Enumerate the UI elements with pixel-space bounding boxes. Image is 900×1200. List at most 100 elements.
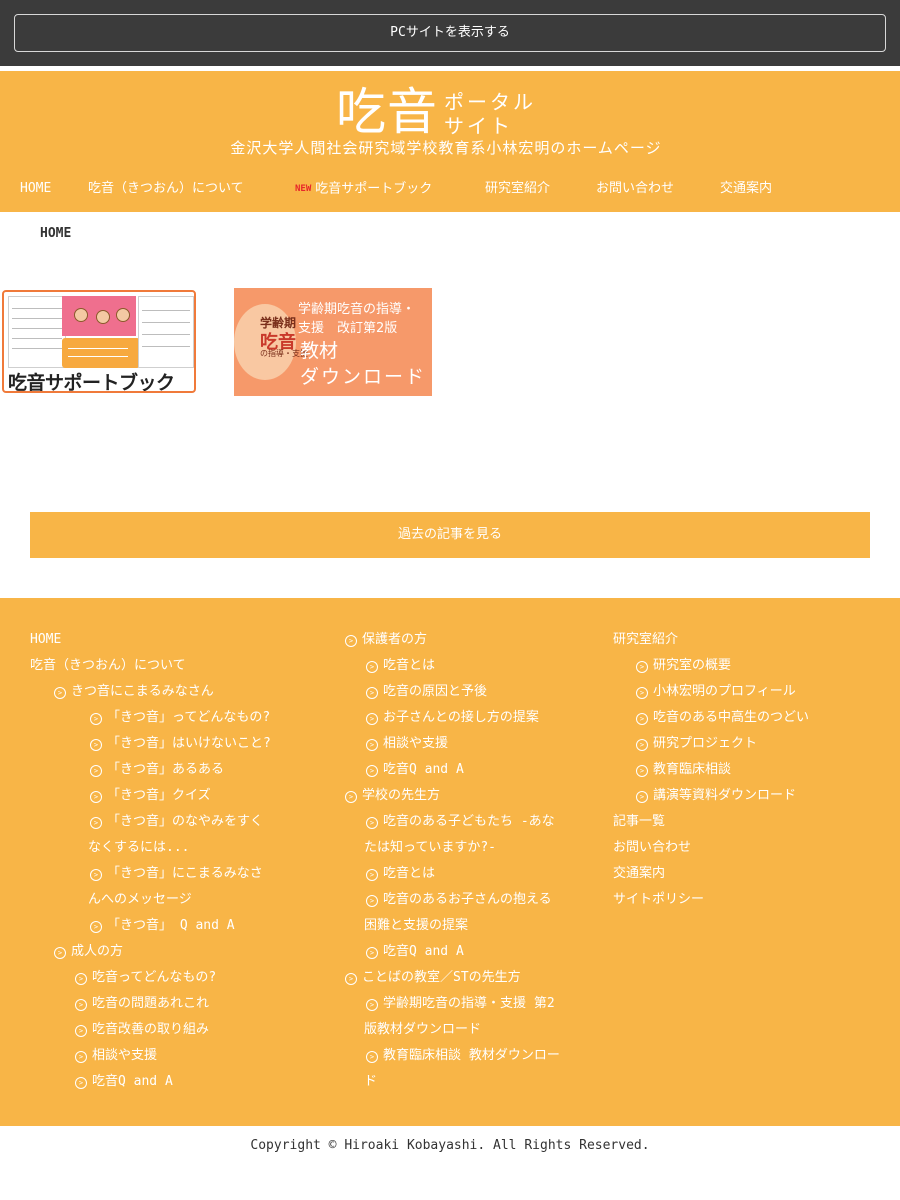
- footer-link-teachers-children-cont[interactable]: たは知っていますか?-: [364, 835, 496, 861]
- footer-link-lab-projects[interactable]: > 研究プロジェクト: [636, 731, 757, 757]
- circle-arrow-icon: >: [366, 1051, 378, 1063]
- footer-sitemap: HOME 吃音（きつおん）について > きつ音にこまるみなさん > 「きつ音」ってど…: [0, 598, 900, 1126]
- footer-link-lab-lecture-download[interactable]: > 講演等資料ダウンロード: [636, 783, 796, 809]
- footer-link-kids-aruaru[interactable]: > 「きつ音」あるある: [90, 757, 224, 783]
- footer-link-adults-problems[interactable]: > 吃音の問題あれこれ: [75, 991, 209, 1017]
- nav-item-about-stuttering[interactable]: 吃音（きつおん）について: [88, 179, 244, 199]
- circle-arrow-icon: >: [345, 973, 357, 985]
- nav-item-access[interactable]: 交通案内: [720, 179, 772, 199]
- worksheet-line: [12, 348, 62, 349]
- footer-link-lab[interactable]: 研究室紹介: [613, 627, 678, 653]
- footer-link-label: 吃音のあるお子さんの抱える: [383, 892, 552, 907]
- footer-link-label: 研究プロジェクト: [653, 736, 758, 751]
- footer-link-access[interactable]: 交通案内: [613, 861, 665, 887]
- circle-arrow-icon: >: [366, 895, 378, 907]
- footer-link-adults-qa[interactable]: > 吃音Q and A: [75, 1069, 173, 1095]
- worksheet-line: [142, 322, 190, 323]
- footer-link-about-stuttering[interactable]: 吃音（きつおん）について: [30, 653, 186, 679]
- new-badge: NEW: [295, 184, 312, 194]
- circle-arrow-icon: >: [90, 739, 102, 751]
- footer-link-label: 相談や支援: [383, 736, 449, 751]
- footer-link-label: 「きつ音」はいけないこと?: [107, 736, 271, 751]
- footer-link-parents-about[interactable]: > 吃音とは: [366, 653, 435, 679]
- footer-link-adults-improve[interactable]: > 吃音改善の取り組み: [75, 1017, 209, 1043]
- circle-arrow-icon: >: [75, 973, 87, 985]
- footer-link-adults-support[interactable]: > 相談や支援: [75, 1043, 157, 1069]
- footer-link-teachers-children[interactable]: > 吃音のある子どもたち -あな: [366, 809, 555, 835]
- footer-link-adults-what[interactable]: > 吃音ってどんなもの?: [75, 965, 216, 991]
- footer-link-kids-message[interactable]: > 「きつ音」にこまるみなさ: [90, 861, 263, 887]
- footer-link-label: 学校の先生方: [362, 788, 441, 803]
- footer-link-parents-support[interactable]: > 相談や支援: [366, 731, 448, 757]
- nav-item-contact[interactable]: お問い合わせ: [596, 179, 674, 199]
- breadcrumb-home[interactable]: HOME: [40, 226, 71, 241]
- nav-item-home[interactable]: HOME: [20, 179, 51, 199]
- footer-link-label: 吃音とは: [383, 866, 436, 881]
- footer-link-kids-worries-cont[interactable]: なくするには...: [88, 835, 189, 861]
- footer-link-parents[interactable]: > 保護者の方: [345, 627, 427, 653]
- circle-arrow-icon: >: [636, 739, 648, 751]
- circle-arrow-icon: >: [636, 713, 648, 725]
- footer-link-st-download-2nd[interactable]: > 学齢期吃音の指導・支援 第2: [366, 991, 555, 1017]
- footer-link-teachers-difficulties[interactable]: > 吃音のあるお子さんの抱える: [366, 887, 552, 913]
- footer-link-lab-consult[interactable]: > 教育臨床相談: [636, 757, 731, 783]
- footer-link-lab-meetup[interactable]: > 吃音のある中高生のつどい: [636, 705, 809, 731]
- worksheet-line: [142, 310, 190, 311]
- nav-item-support-book-label: 吃音サポートブック: [315, 181, 433, 197]
- footer-link-teachers[interactable]: > 学校の先生方: [345, 783, 440, 809]
- footer-link-label: 教育臨床相談 教材ダウンロー: [383, 1048, 560, 1063]
- footer-link-parents-interaction[interactable]: > お子さんとの接し方の提案: [366, 705, 539, 731]
- footer-link-label: きつ音にこまるみなさん: [71, 684, 214, 699]
- footer-link-st-download-consult-cont[interactable]: ド: [364, 1069, 377, 1095]
- footer-link-label: 吃音の原因と予後: [383, 684, 488, 699]
- footer-link-kids-worries[interactable]: > 「きつ音」のなやみをすく: [90, 809, 263, 835]
- footer-link-label: 吃音の問題あれこれ: [92, 996, 210, 1011]
- footer-link-label: 吃音Q and A: [92, 1074, 173, 1089]
- footer-link-label: 小林宏明のプロフィール: [653, 684, 796, 699]
- nav-item-lab[interactable]: 研究室紹介: [485, 179, 550, 199]
- footer-link-label: 教育臨床相談: [653, 762, 732, 777]
- site-logo[interactable]: 吃音 ポータル サイト: [336, 83, 576, 143]
- footer-link-label: 吃音のある中高生のつどい: [653, 710, 810, 725]
- worksheet-line: [12, 318, 62, 319]
- footer-link-parents-qa[interactable]: > 吃音Q and A: [366, 757, 464, 783]
- footer-link-kids-quiz[interactable]: > 「きつ音」クイズ: [90, 783, 211, 809]
- footer-link-label: 吃音Q and A: [383, 944, 464, 959]
- footer-link-st-download-consult[interactable]: > 教育臨床相談 教材ダウンロー: [366, 1043, 560, 1069]
- logo-sub-text-1: ポータル: [444, 90, 536, 114]
- logo-main-text: 吃音: [336, 83, 438, 141]
- support-book-banner[interactable]: 吃音サポートブック: [2, 290, 196, 393]
- footer-link-policy[interactable]: サイトポリシー: [613, 887, 704, 913]
- footer-link-kids-message-cont[interactable]: んへのメッセージ: [88, 887, 192, 913]
- circle-arrow-icon: >: [54, 687, 66, 699]
- worksheet-line: [12, 338, 62, 339]
- footer-link-adults[interactable]: > 成人の方: [54, 939, 123, 965]
- show-pc-site-button[interactable]: PCサイトを表示する: [14, 14, 886, 52]
- footer-link-teachers-difficulties-cont[interactable]: 困難と支援の提案: [364, 913, 468, 939]
- footer-link-kids-qa[interactable]: > 「きつ音」 Q and A: [90, 913, 235, 939]
- footer-link-teachers-qa[interactable]: > 吃音Q and A: [366, 939, 464, 965]
- top-bar: PCサイトを表示する: [0, 0, 900, 66]
- footer-link-lab-overview[interactable]: > 研究室の概要: [636, 653, 731, 679]
- past-articles-button[interactable]: 過去の記事を見る: [30, 512, 870, 558]
- footer-link-articles[interactable]: 記事一覧: [613, 809, 665, 835]
- footer-link-st-teachers[interactable]: > ことばの教室／STの先生方: [345, 965, 521, 991]
- footer-link-home[interactable]: HOME: [30, 627, 61, 653]
- footer-link-label: 「きつ音」 Q and A: [107, 918, 235, 933]
- footer-link-kids-bad[interactable]: > 「きつ音」はいけないこと?: [90, 731, 271, 757]
- site-header: 吃音 ポータル サイト 金沢大学人間社会研究域学校教育系小林宏明のホームページ …: [0, 71, 900, 212]
- footer-link-lab-profile[interactable]: > 小林宏明のプロフィール: [636, 679, 796, 705]
- footer-link-st-download-2nd-cont[interactable]: 版教材ダウンロード: [364, 1017, 481, 1043]
- footer-link-label: 「きつ音」にこまるみなさ: [107, 866, 263, 881]
- nav-item-support-book[interactable]: NEW 吃音サポートブック: [295, 179, 432, 200]
- footer-link-parents-cause[interactable]: > 吃音の原因と予後: [366, 679, 487, 705]
- teaching-material-download-banner[interactable]: 学齢期 吃音 の指導・支援 学齢期吃音の指導・ 支援 改訂第2版 教材 ダウンロ…: [234, 288, 432, 396]
- footer-link-label: 吃音とは: [383, 658, 436, 673]
- footer-link-kids-what[interactable]: > 「きつ音」ってどんなもの?: [90, 705, 270, 731]
- footer-link-teachers-about[interactable]: > 吃音とは: [366, 861, 435, 887]
- footer-link-kids[interactable]: > きつ音にこまるみなさん: [54, 679, 214, 705]
- circle-arrow-icon: >: [75, 999, 87, 1011]
- footer-link-contact[interactable]: お問い合わせ: [613, 835, 691, 861]
- circle-arrow-icon: >: [75, 1051, 87, 1063]
- circle-arrow-icon: >: [366, 661, 378, 673]
